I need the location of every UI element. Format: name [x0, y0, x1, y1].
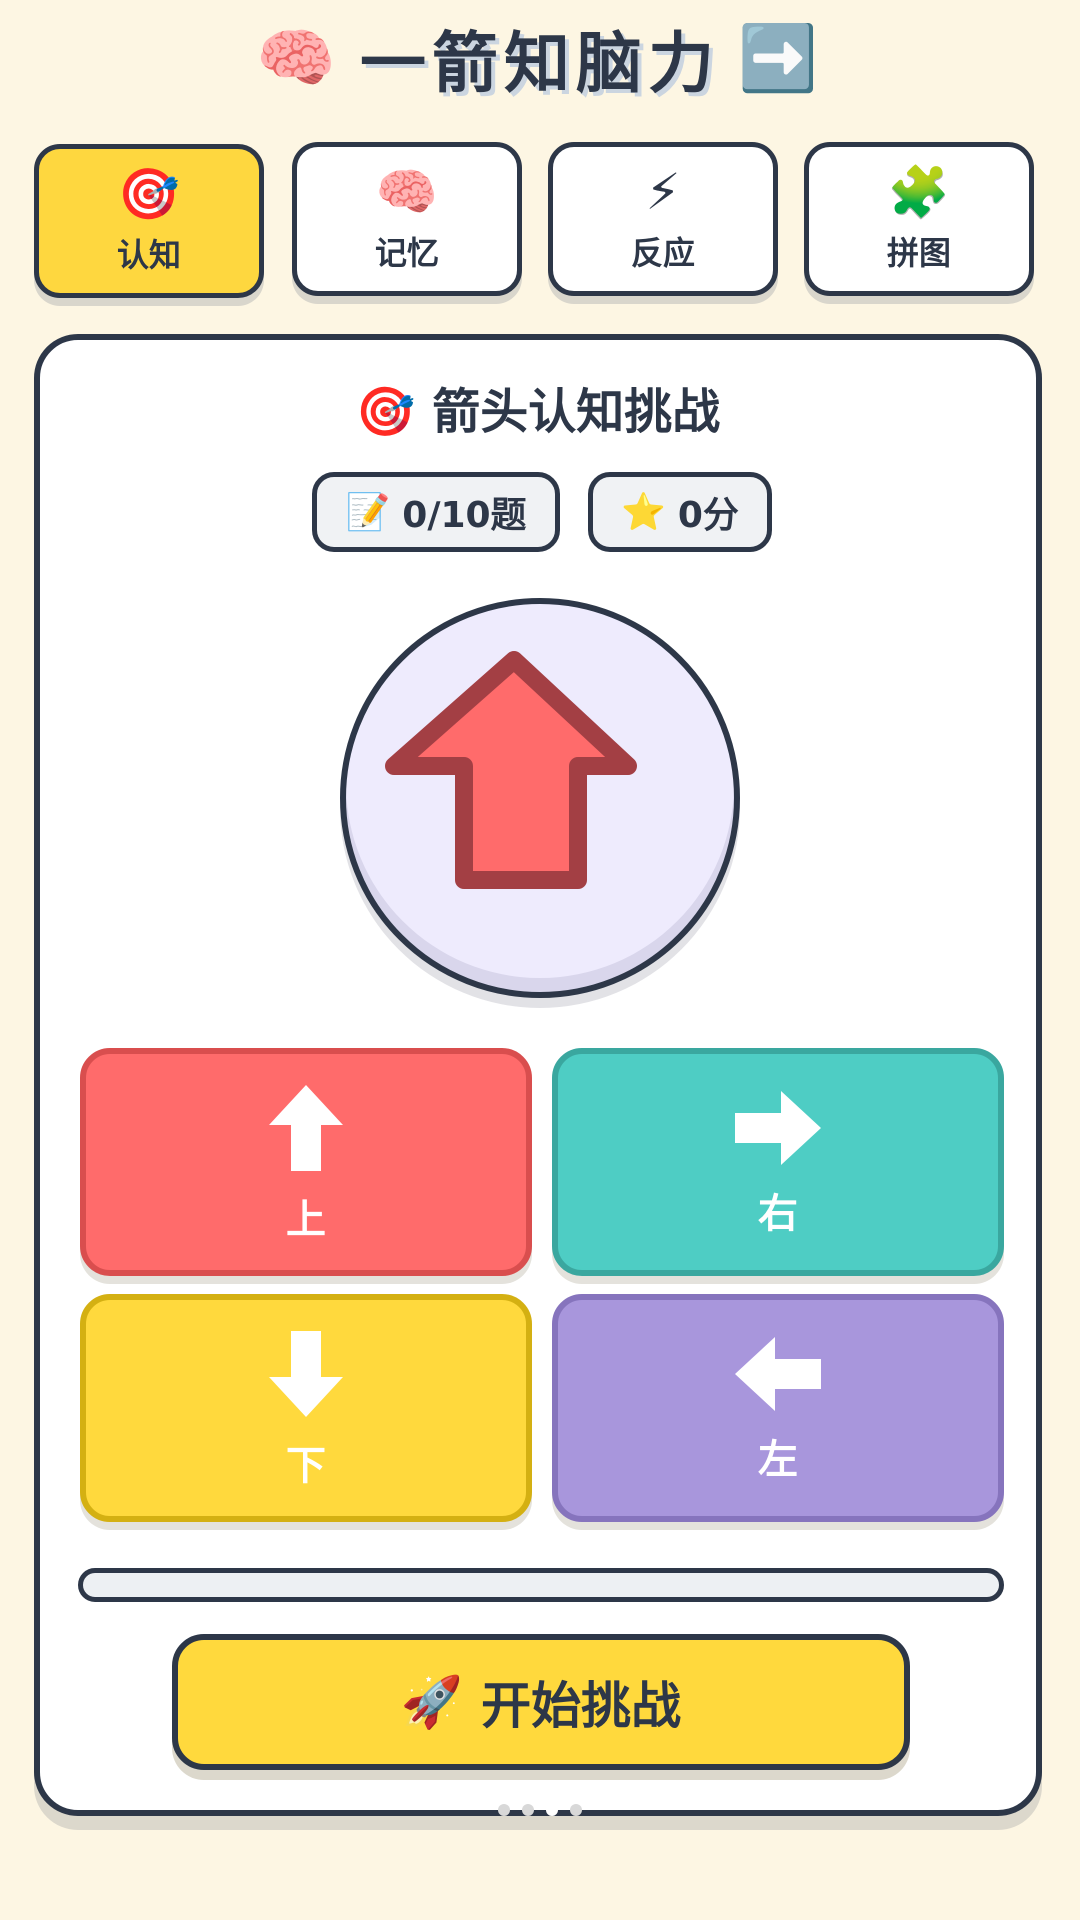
- rocket-icon: 🚀: [400, 1672, 464, 1731]
- lightning-icon: ⚡: [645, 163, 681, 221]
- right-button[interactable]: 右: [552, 1048, 1004, 1276]
- down-button-label: 下: [286, 1443, 326, 1489]
- start-challenge-button[interactable]: 🚀 开始挑战: [172, 1634, 910, 1770]
- score-badge: ⭐ 0分: [588, 472, 772, 552]
- arrow-left-icon: [735, 1337, 821, 1411]
- left-button[interactable]: 左: [552, 1294, 1004, 1522]
- up-button-label: 上: [286, 1197, 326, 1243]
- tab-cognition[interactable]: 🎯 认知: [34, 144, 264, 298]
- target-icon: 🎯: [117, 165, 181, 223]
- left-button-label: 左: [758, 1437, 798, 1483]
- arrow-up-icon: [269, 1085, 343, 1171]
- page-dot[interactable]: [522, 1804, 534, 1816]
- memo-icon: 📝: [345, 492, 391, 533]
- mode-tabs: 🎯 认知 🧠 记忆 ⚡ 反应 🧩 拼图: [34, 140, 1046, 302]
- tab-reaction[interactable]: ⚡ 反应: [548, 142, 778, 296]
- score-text: 0分: [677, 495, 739, 536]
- tab-label: 拼图: [886, 234, 951, 272]
- up-button[interactable]: 上: [80, 1048, 532, 1276]
- progress-bar: [78, 1568, 1004, 1602]
- page-dot[interactable]: [570, 1804, 582, 1816]
- tab-label: 反应: [630, 234, 695, 272]
- game-title-text: 箭头认知挑战: [432, 384, 721, 440]
- target-arrow: [385, 651, 637, 889]
- tab-puzzle[interactable]: 🧩 拼图: [804, 142, 1034, 296]
- arrow-up-icon: [385, 651, 637, 889]
- app-title: 一箭知脑力: [360, 25, 720, 102]
- arrow-right-icon: [735, 1091, 821, 1165]
- arrow-right-emoji-icon: ➡️: [738, 21, 824, 96]
- target-icon: 🎯: [355, 384, 416, 440]
- arrow-down-icon: [269, 1331, 343, 1417]
- right-button-label: 右: [758, 1191, 798, 1237]
- brain-icon: 🧠: [256, 21, 342, 96]
- page-dot[interactable]: [546, 1804, 558, 1816]
- page-dot[interactable]: [498, 1804, 510, 1816]
- game-title: 🎯 箭头认知挑战: [40, 382, 1036, 442]
- game-card: 🎯 箭头认知挑战 📝 0/10题 ⭐ 0分 上 右 下 左 🚀 开始挑战: [34, 334, 1042, 1816]
- arrow-display: [340, 598, 740, 998]
- tab-label: 认知: [116, 236, 181, 274]
- question-progress-text: 0/10题: [402, 495, 527, 536]
- app-title-bar: 🧠 一箭知脑力 ➡️: [0, 8, 1080, 108]
- question-counter: 📝 0/10题: [312, 472, 560, 552]
- page-indicator: [0, 1804, 1080, 1818]
- down-button[interactable]: 下: [80, 1294, 532, 1522]
- tab-memory[interactable]: 🧠 记忆: [292, 142, 522, 296]
- puzzle-icon: 🧩: [887, 163, 951, 221]
- start-challenge-label: 开始挑战: [481, 1677, 682, 1735]
- brain-icon: 🧠: [375, 163, 439, 221]
- tab-label: 记忆: [374, 234, 439, 272]
- star-icon: ⭐: [621, 492, 666, 533]
